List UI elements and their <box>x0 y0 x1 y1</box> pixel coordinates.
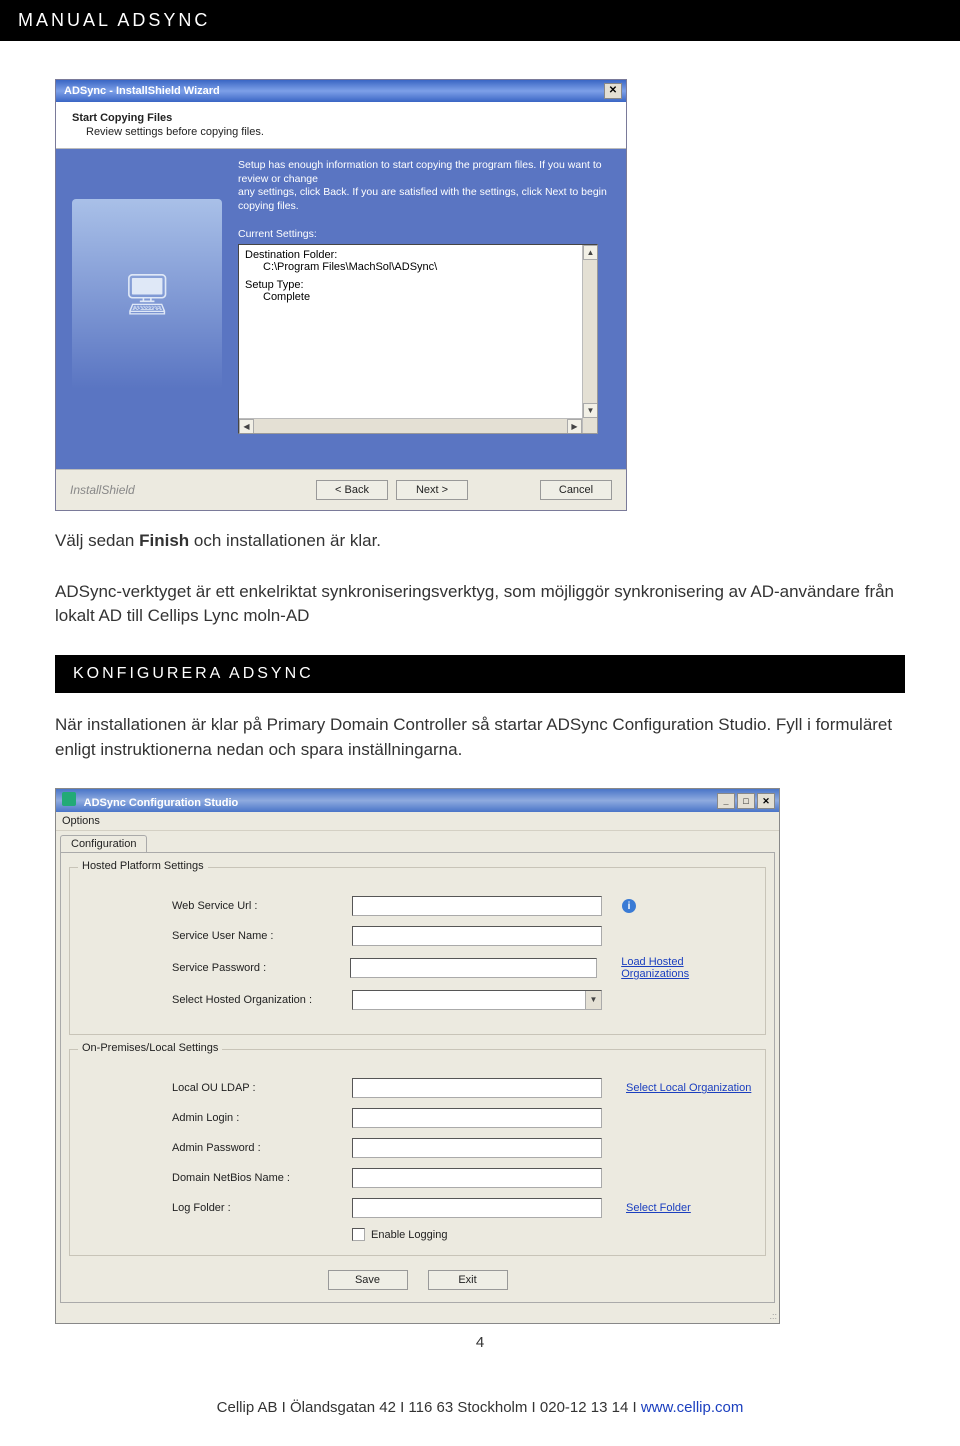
group-local: On-Premises/Local Settings Local OU LDAP… <box>69 1049 766 1256</box>
installshield-subheading: Review settings before copying files. <box>72 126 610 138</box>
section-heading-config-text: KONFIGURERA ADSYNC <box>73 665 314 682</box>
row-domain-netbios: Domain NetBios Name : <box>172 1168 753 1188</box>
input-local-ou-ldap[interactable] <box>352 1078 602 1098</box>
dest-folder-label: Destination Folder: <box>245 249 591 261</box>
page-content: ADSync - InstallShield Wizard ✕ Start Co… <box>0 41 960 1334</box>
select-hosted-org[interactable]: ▼ <box>352 990 602 1010</box>
menubar: Options <box>56 812 779 831</box>
window-buttons: _ □ ✕ <box>717 793 775 809</box>
maximize-icon[interactable]: □ <box>737 793 755 809</box>
section-heading-config: KONFIGURERA ADSYNC <box>55 655 905 693</box>
tabbar: Configuration <box>56 831 779 852</box>
page-header: MANUAL ADSYNC <box>0 0 960 41</box>
dest-folder-value: C:\Program Files\MachSol\ADSync\ <box>245 261 591 273</box>
group-hosted-title: Hosted Platform Settings <box>78 860 208 872</box>
row-enable-logging: Enable Logging <box>352 1228 753 1241</box>
setup-type-label: Setup Type: <box>245 279 591 291</box>
installshield-body: 🖥 Setup has enough information to start … <box>56 149 626 469</box>
label-admin-password: Admin Password : <box>172 1142 352 1154</box>
paragraph-config-intro: När installationen är klar på Primary Do… <box>55 713 905 762</box>
installshield-right-pane: Setup has enough information to start co… <box>238 159 610 434</box>
installshield-instr-line2: any settings, click Back. If you are sat… <box>238 186 607 212</box>
config-button-row: Save Exit <box>69 1270 766 1290</box>
input-service-user-name[interactable] <box>352 926 602 946</box>
row-local-ou-ldap: Local OU LDAP : Select Local Organizatio… <box>172 1078 753 1098</box>
chevron-down-icon: ▼ <box>585 991 601 1009</box>
scroll-left-icon[interactable]: ◀ <box>239 419 254 434</box>
group-hosted: Hosted Platform Settings Web Service Url… <box>69 867 766 1035</box>
config-studio-title: ADSync Configuration Studio <box>62 792 238 809</box>
paragraph-finish: Välj sedan Finish och installationen är … <box>55 529 905 554</box>
group-local-title: On-Premises/Local Settings <box>78 1042 222 1054</box>
next-button[interactable]: Next > <box>396 480 468 500</box>
config-studio-titlebar: ADSync Configuration Studio _ □ ✕ <box>56 789 779 812</box>
close-icon[interactable]: ✕ <box>757 793 775 809</box>
installshield-art-icon: 🖥 <box>72 199 222 389</box>
save-button[interactable]: Save <box>328 1270 408 1290</box>
installshield-titlebar: ADSync - InstallShield Wizard ✕ <box>56 80 626 102</box>
resize-grip-icon[interactable]: .:: <box>56 1311 779 1323</box>
installshield-title: ADSync - InstallShield Wizard <box>64 85 220 97</box>
installshield-instr-line1: Setup has enough information to start co… <box>238 159 602 185</box>
label-enable-logging: Enable Logging <box>371 1229 447 1241</box>
scrollbar-vertical[interactable]: ▲ ▼ <box>582 245 597 433</box>
link-load-hosted[interactable]: Load Hosted Organizations <box>621 956 753 980</box>
input-domain-netbios[interactable] <box>352 1168 602 1188</box>
exit-button[interactable]: Exit <box>428 1270 508 1290</box>
installshield-header: Start Copying Files Review settings befo… <box>56 102 626 149</box>
close-icon[interactable]: ✕ <box>604 83 622 99</box>
input-admin-login[interactable] <box>352 1108 602 1128</box>
config-studio-window: ADSync Configuration Studio _ □ ✕ Option… <box>55 788 780 1324</box>
scroll-up-icon[interactable]: ▲ <box>583 245 598 260</box>
page-header-title: MANUAL ADSYNC <box>18 10 210 30</box>
row-admin-login: Admin Login : <box>172 1108 753 1128</box>
back-button[interactable]: < Back <box>316 480 388 500</box>
row-log-folder: Log Folder : Select Folder <box>172 1198 753 1218</box>
row-select-hosted-org: Select Hosted Organization : ▼ <box>172 990 753 1010</box>
input-web-service-url[interactable] <box>352 896 602 916</box>
page-footer: Cellip AB I Ölandsgatan 42 I 116 63 Stoc… <box>0 1399 960 1416</box>
cancel-button[interactable]: Cancel <box>540 480 612 500</box>
config-panel: Hosted Platform Settings Web Service Url… <box>60 852 775 1303</box>
installshield-footer: InstallShield < Back Next > Cancel <box>56 469 626 510</box>
label-domain-netbios: Domain NetBios Name : <box>172 1172 352 1184</box>
row-service-user-name: Service User Name : <box>172 926 753 946</box>
footer-text: Cellip AB I Ölandsgatan 42 I 116 63 Stoc… <box>217 1399 641 1416</box>
input-service-password[interactable] <box>350 958 597 978</box>
scroll-down-icon[interactable]: ▼ <box>583 403 598 418</box>
label-select-hosted-org: Select Hosted Organization : <box>172 994 352 1006</box>
row-admin-password: Admin Password : <box>172 1138 753 1158</box>
current-settings-label: Current Settings: <box>238 228 610 240</box>
installshield-brand: InstallShield <box>70 483 310 497</box>
label-admin-login: Admin Login : <box>172 1112 352 1124</box>
menu-options[interactable]: Options <box>62 815 100 827</box>
info-icon[interactable]: i <box>622 899 636 913</box>
paragraph-adsync-desc: ADSync-verktyget är ett enkelriktat synk… <box>55 580 905 629</box>
label-service-password: Service Password : <box>172 962 350 974</box>
setup-type-value: Complete <box>245 291 591 303</box>
tab-configuration[interactable]: Configuration <box>60 835 147 852</box>
scrollbar-horizontal[interactable]: ◀ ▶ <box>239 418 582 433</box>
installshield-heading: Start Copying Files <box>72 112 610 124</box>
link-select-folder[interactable]: Select Folder <box>626 1202 691 1214</box>
app-icon <box>62 792 76 806</box>
scroll-right-icon[interactable]: ▶ <box>567 419 582 434</box>
label-web-service-url: Web Service Url : <box>172 900 352 912</box>
checkbox-enable-logging[interactable] <box>352 1228 365 1241</box>
footer-link[interactable]: www.cellip.com <box>641 1399 744 1416</box>
installshield-window: ADSync - InstallShield Wizard ✕ Start Co… <box>55 79 627 511</box>
page-number: 4 <box>0 1334 960 1351</box>
minimize-icon[interactable]: _ <box>717 793 735 809</box>
label-service-user-name: Service User Name : <box>172 930 352 942</box>
label-local-ou-ldap: Local OU LDAP : <box>172 1082 352 1094</box>
input-admin-password[interactable] <box>352 1138 602 1158</box>
installshield-instructions: Setup has enough information to start co… <box>238 159 610 214</box>
row-service-password: Service Password : Load Hosted Organizat… <box>172 956 753 980</box>
row-web-service-url: Web Service Url : i <box>172 896 753 916</box>
settings-textarea[interactable]: Destination Folder: C:\Program Files\Mac… <box>238 244 598 434</box>
link-select-local[interactable]: Select Local Organization <box>626 1082 751 1094</box>
label-log-folder: Log Folder : <box>172 1202 352 1214</box>
input-log-folder[interactable] <box>352 1198 602 1218</box>
